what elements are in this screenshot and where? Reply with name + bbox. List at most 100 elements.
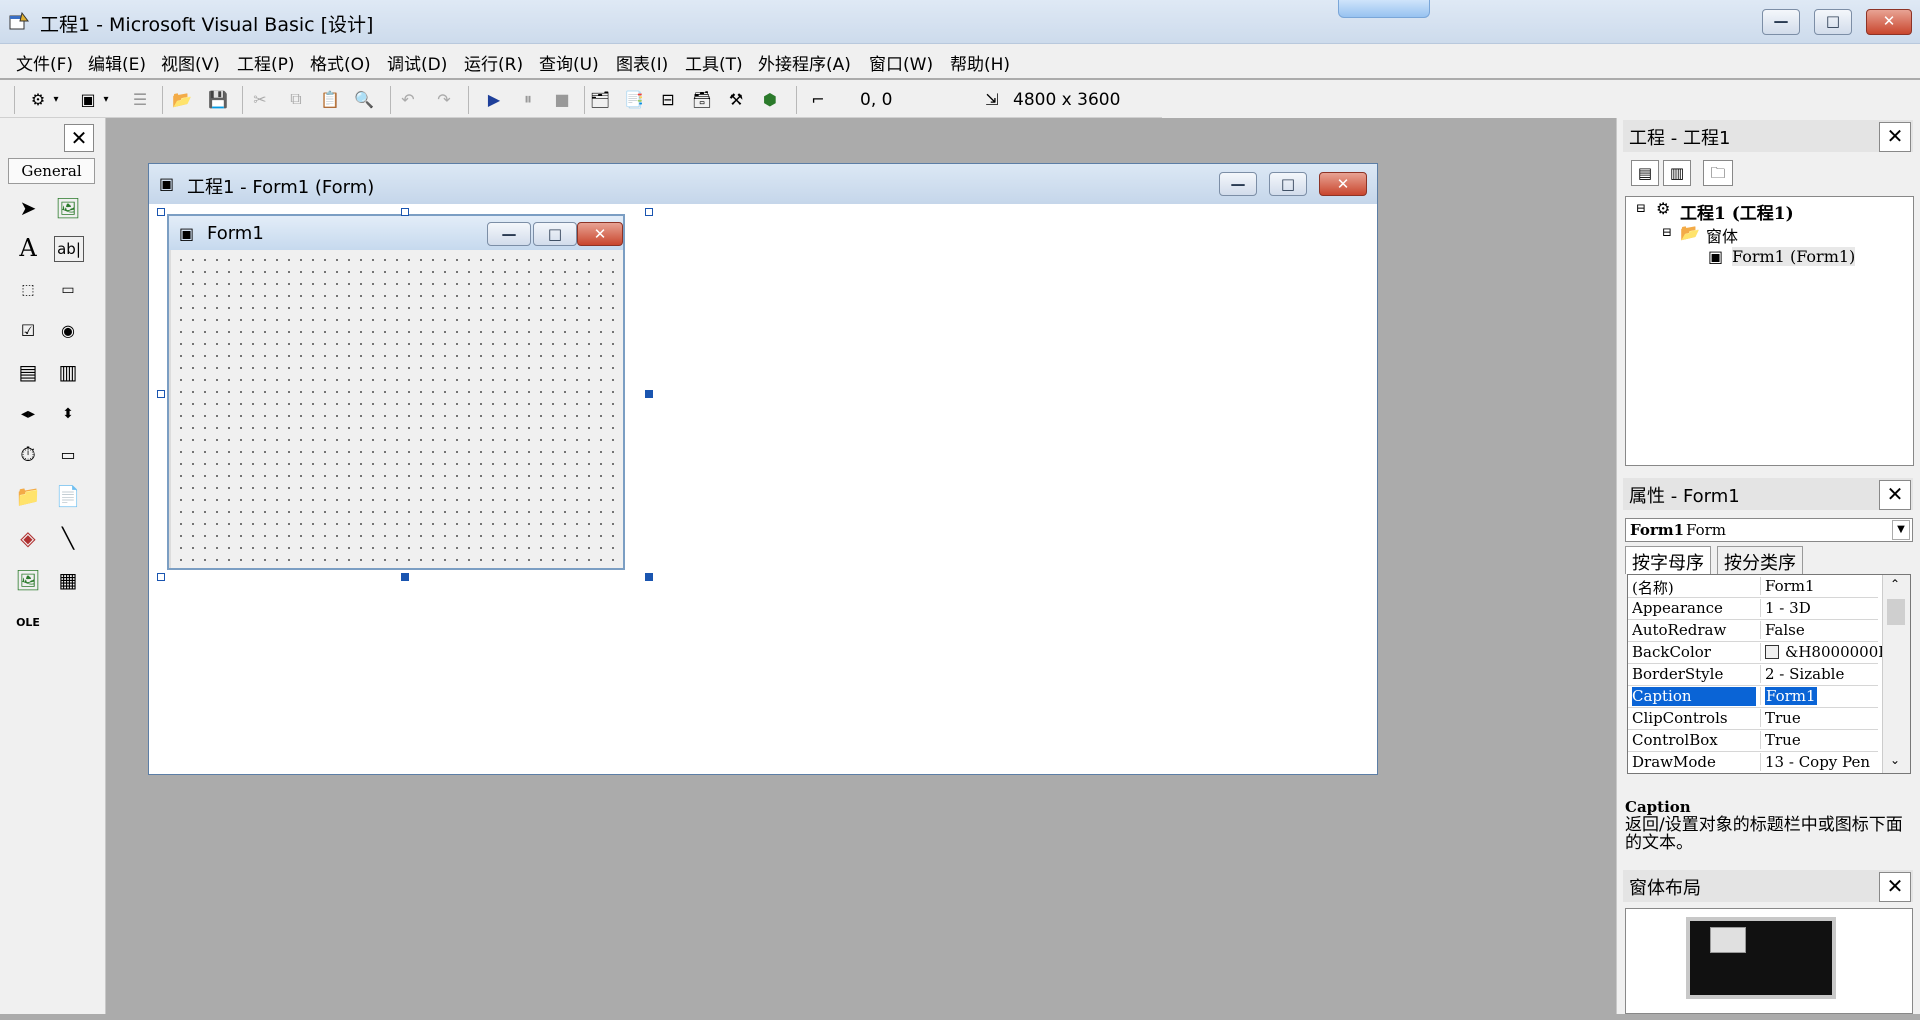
cut-icon[interactable]: ✂: [248, 88, 272, 110]
toggle-folders-icon[interactable]: 🗀: [1703, 160, 1733, 186]
tab-categorized[interactable]: 按分类序: [1717, 546, 1803, 574]
designer-maximize-button[interactable]: □: [1269, 172, 1307, 196]
start-icon[interactable]: ▶: [482, 88, 506, 110]
menu-addins[interactable]: 外接程序(A): [758, 50, 851, 75]
break-icon[interactable]: ⏸: [516, 88, 540, 110]
picturebox-tool-icon[interactable]: 🖼: [52, 192, 84, 224]
drivelistbox-tool-icon[interactable]: ▭: [52, 438, 84, 470]
title-pin-tab[interactable]: [1338, 0, 1430, 18]
property-row[interactable]: DrawMode 13 - Copy Pen: [1628, 751, 1878, 773]
property-row-selected[interactable]: Caption Form1: [1628, 685, 1878, 708]
project-explorer-close-button[interactable]: ✕: [1879, 122, 1911, 152]
form1-titlebar[interactable]: ▣ Form1 — □ ✕: [169, 216, 623, 250]
timer-tool-icon[interactable]: ⏱: [12, 438, 44, 470]
open-project-icon[interactable]: 📂: [170, 88, 194, 110]
project-explorer-icon[interactable]: 🗂: [588, 88, 612, 110]
resize-handle[interactable]: [645, 573, 653, 581]
form1-design-surface[interactable]: ▣ Form1 — □ ✕: [167, 214, 625, 570]
add-project-dropdown-icon[interactable]: ▾: [50, 88, 62, 110]
view-object-icon[interactable]: ▥: [1663, 160, 1691, 186]
line-tool-icon[interactable]: ╲: [52, 522, 84, 554]
label-tool-icon[interactable]: A: [12, 232, 44, 264]
close-button[interactable]: ✕: [1866, 9, 1912, 35]
toolbox-icon[interactable]: ⚒: [724, 88, 748, 110]
form-layout-icon[interactable]: ⊟: [656, 88, 680, 110]
menu-project[interactable]: 工程(P): [237, 50, 295, 75]
menu-edit[interactable]: 编辑(E): [88, 50, 146, 75]
property-row[interactable]: Appearance 1 - 3D: [1628, 597, 1878, 620]
toolbox-close-button[interactable]: ✕: [64, 124, 94, 152]
dirlistbox-tool-icon[interactable]: 📁: [12, 480, 44, 512]
copy-icon[interactable]: ⧉: [284, 88, 308, 110]
property-row[interactable]: BackColor &H8000000F&: [1628, 641, 1902, 664]
scroll-thumb[interactable]: [1887, 599, 1905, 625]
menu-view[interactable]: 视图(V): [161, 50, 220, 75]
tree-form1-item[interactable]: Form1 (Form1): [1732, 247, 1856, 266]
tree-project-root[interactable]: 工程1 (工程1): [1680, 199, 1794, 224]
paste-icon[interactable]: 📋: [318, 88, 342, 110]
menu-file[interactable]: 文件(F): [16, 50, 73, 75]
view-code-icon[interactable]: ▤: [1631, 160, 1659, 186]
resize-handle[interactable]: [401, 573, 409, 581]
commandbutton-tool-icon[interactable]: ▭: [52, 274, 84, 306]
chevron-down-icon[interactable]: ▼: [1892, 520, 1910, 540]
collapse-icon[interactable]: ⊟: [1662, 225, 1672, 239]
add-project-icon[interactable]: ⚙: [26, 88, 50, 110]
object-selector-combo[interactable]: Form1 Form ▼: [1625, 518, 1913, 542]
listbox-tool-icon[interactable]: ▥: [52, 356, 84, 388]
property-row[interactable]: ControlBox True: [1628, 729, 1878, 752]
form-designer-window[interactable]: ▣ 工程1 - Form1 (Form) — □ ✕ ▣ Form1 — □ ✕: [148, 163, 1378, 775]
form1-client-grid[interactable]: [171, 250, 623, 568]
tab-alphabetic[interactable]: 按字母序: [1625, 546, 1711, 574]
form1-maximize-button[interactable]: □: [533, 222, 577, 246]
data-view-icon[interactable]: ⬢: [758, 88, 782, 110]
menu-tools[interactable]: 工具(T): [685, 50, 743, 75]
image-tool-icon[interactable]: 🖼: [12, 564, 44, 596]
combobox-tool-icon[interactable]: ▤: [12, 356, 44, 388]
add-form-icon[interactable]: ▣: [76, 88, 100, 110]
menu-window[interactable]: 窗口(W): [869, 50, 933, 75]
menu-query[interactable]: 查询(U): [539, 50, 599, 75]
menu-format[interactable]: 格式(O): [310, 50, 371, 75]
tree-forms-folder[interactable]: 窗体: [1706, 223, 1738, 247]
menu-editor-icon[interactable]: ☰: [128, 88, 152, 110]
title-bar[interactable]: 工程1 - Microsoft Visual Basic [设计] — □ ✕: [0, 0, 1920, 44]
ole-tool-icon[interactable]: OLE: [12, 606, 44, 638]
frame-tool-icon[interactable]: ⬚: [12, 274, 44, 306]
checkbox-tool-icon[interactable]: ☑: [12, 314, 44, 346]
form-designer-titlebar[interactable]: ▣ 工程1 - Form1 (Form) — □ ✕: [149, 164, 1377, 204]
property-row[interactable]: ClipControls True: [1628, 707, 1878, 730]
designer-close-button[interactable]: ✕: [1319, 172, 1367, 196]
menu-debug[interactable]: 调试(D): [387, 50, 447, 75]
menu-diagram[interactable]: 图表(I): [616, 50, 668, 75]
menu-run[interactable]: 运行(R): [464, 50, 523, 75]
undo-icon[interactable]: ↶: [396, 88, 420, 110]
textbox-tool-icon[interactable]: ab|: [54, 236, 84, 262]
save-project-icon[interactable]: 💾: [206, 88, 230, 110]
property-row[interactable]: AutoRedraw False: [1628, 619, 1878, 642]
scroll-down-icon[interactable]: ⌄: [1890, 753, 1900, 767]
maximize-button[interactable]: □: [1814, 9, 1852, 35]
properties-close-button[interactable]: ✕: [1879, 480, 1911, 510]
form-position-preview[interactable]: [1710, 927, 1746, 953]
properties-window-icon[interactable]: 📑: [622, 88, 646, 110]
end-icon[interactable]: ■: [550, 88, 574, 110]
shape-tool-icon[interactable]: ◈: [12, 522, 44, 554]
object-browser-icon[interactable]: 🗃: [690, 88, 714, 110]
property-scrollbar[interactable]: ⌃ ⌄: [1882, 575, 1910, 773]
resize-handle[interactable]: [645, 390, 653, 398]
designer-minimize-button[interactable]: —: [1219, 172, 1257, 196]
form-layout-close-button[interactable]: ✕: [1879, 872, 1911, 902]
vscrollbar-tool-icon[interactable]: ⬍: [52, 398, 84, 430]
hscrollbar-tool-icon[interactable]: ◂▸: [12, 398, 44, 430]
data-tool-icon[interactable]: ▦: [52, 564, 84, 596]
optionbutton-tool-icon[interactable]: ◉: [52, 314, 84, 346]
redo-icon[interactable]: ↷: [432, 88, 456, 110]
add-form-dropdown-icon[interactable]: ▾: [100, 88, 112, 110]
pointer-tool-icon[interactable]: ➤: [12, 192, 44, 224]
find-icon[interactable]: 🔍: [352, 88, 376, 110]
form1-minimize-button[interactable]: —: [487, 222, 531, 246]
property-row[interactable]: (名称) Form1: [1628, 575, 1878, 598]
form1-close-button[interactable]: ✕: [577, 222, 623, 246]
scroll-up-icon[interactable]: ⌃: [1890, 577, 1900, 591]
